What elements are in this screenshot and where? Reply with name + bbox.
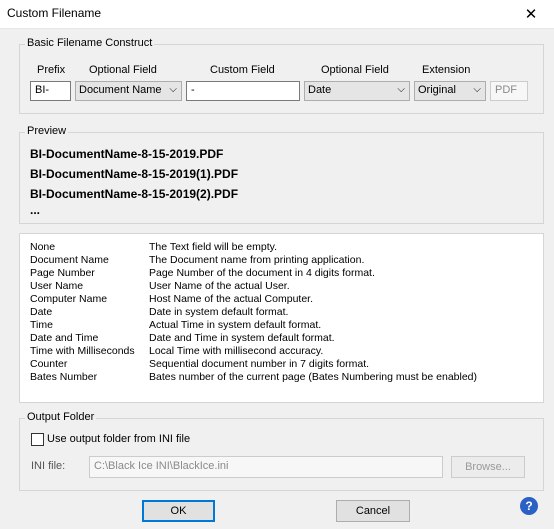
use-ini-folder-label[interactable]: Use output folder from INI file [47,433,190,445]
help-icon[interactable]: ? [520,497,538,515]
description-value: Page Number of the document in 4 digits … [149,267,375,279]
optional-field-2-label: Optional Field [321,64,389,76]
prefix-input[interactable]: BI- [30,81,71,101]
optional-field-1-value: Document Name [79,84,162,96]
chevron-down-icon: ⌵ [169,84,177,95]
optional-field-2-select[interactable]: Date ⌵ [304,81,410,101]
browse-button: Browse... [451,456,525,478]
chevron-down-icon: ⌵ [473,84,481,95]
description-key: Date and Time [30,332,99,344]
preview-line: BI-DocumentName-8-15-2019.PDF [30,147,224,161]
extension-label: Extension [422,64,471,76]
construct-group: Basic Filename Construct [19,37,544,114]
description-value: User Name of the actual User. [149,280,290,292]
optional-field-1-select[interactable]: Document Name ⌵ [75,81,182,101]
description-key: None [30,241,56,253]
title-bar: Custom Filename ✕ [0,0,554,29]
preview-group-label: Preview [25,125,69,137]
description-value: Date in system default format. [149,306,289,318]
description-value: Actual Time in system default format. [149,319,322,331]
use-ini-folder-checkbox[interactable] [31,433,44,446]
field-description-list: None The Text field will be empty. Docume… [19,233,544,403]
extension-value: Original [418,84,456,96]
extension-text-field: PDF [490,81,528,101]
description-value: The Document name from printing applicat… [149,254,365,266]
description-key: Date [30,306,53,318]
extension-select[interactable]: Original ⌵ [414,81,486,101]
custom-field-input[interactable]: - [186,81,300,101]
description-key: Time with Milliseconds [30,345,135,357]
prefix-label: Prefix [37,64,66,76]
custom-field-label: Custom Field [210,64,275,76]
chevron-down-icon: ⌵ [397,84,405,95]
optional-field-1-label: Optional Field [89,64,157,76]
preview-ellipsis: ... [30,203,41,217]
description-key: Document Name [30,254,109,266]
description-key: Computer Name [30,293,108,305]
description-key: User Name [30,280,84,292]
description-key: Time [30,319,53,331]
description-value: Sequential document number in 7 digits f… [149,358,370,370]
ok-button[interactable]: OK [142,500,215,522]
output-folder-group: Output Folder [19,411,544,491]
ini-file-label: INI file: [31,460,66,472]
description-key: Page Number [30,267,95,279]
description-value: Local Time with millisecond accuracy. [149,345,324,357]
preview-line: BI-DocumentName-8-15-2019(1).PDF [30,167,239,181]
description-value: Host Name of the actual Computer. [149,293,313,305]
preview-line: BI-DocumentName-8-15-2019(2).PDF [30,187,239,201]
ini-file-path-field: C:\Black Ice INI\BlackIce.ini [89,456,443,478]
cancel-button[interactable]: Cancel [336,500,410,522]
description-key: Bates Number [30,371,98,383]
output-folder-group-label: Output Folder [25,411,97,423]
optional-field-2-value: Date [308,84,332,96]
description-value: Date and Time in system default format. [149,332,335,344]
close-icon[interactable]: ✕ [508,0,554,28]
description-key: Counter [30,358,68,370]
description-value: Bates number of the current page (Bates … [149,371,478,383]
construct-group-label: Basic Filename Construct [25,37,155,49]
window-title: Custom Filename [7,6,102,20]
description-value: The Text field will be empty. [149,241,277,253]
